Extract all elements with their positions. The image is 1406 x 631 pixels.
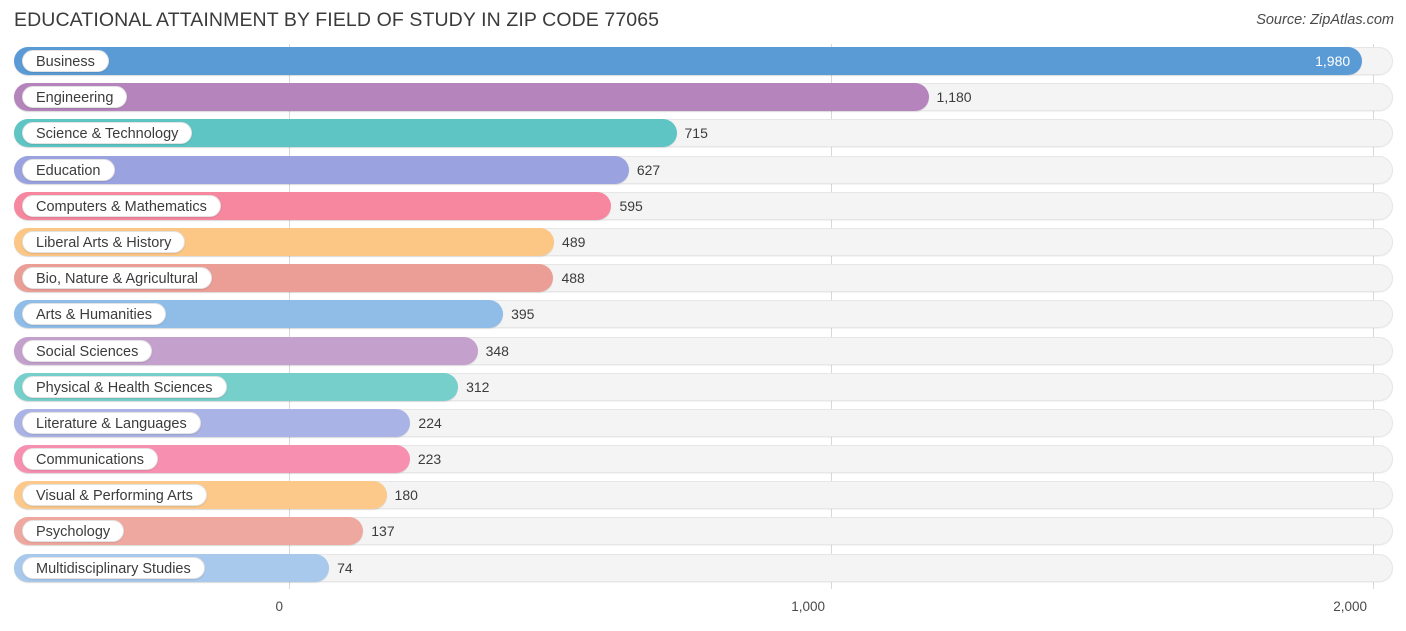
plot-area: Business 1,980 Engineering 1,180 Science & T…: [0, 44, 1406, 595]
chart-header: EDUCATIONAL ATTAINMENT BY FIELD OF STUDY…: [0, 0, 1406, 42]
bar-row: Literature & Languages 224: [0, 406, 1406, 442]
bar-category-label: Visual & Performing Arts: [22, 484, 207, 507]
bar-value-label: 224: [418, 414, 442, 431]
bar-row: Engineering 1,180: [0, 80, 1406, 116]
bar-row: Bio, Nature & Agricultural 488: [0, 261, 1406, 297]
bar-category-label: Computers & Mathematics: [22, 194, 221, 217]
bar-value-label: 74: [337, 559, 353, 576]
page-title: EDUCATIONAL ATTAINMENT BY FIELD OF STUDY…: [14, 9, 660, 31]
bar-row: Business 1,980: [0, 44, 1406, 80]
bar-row: Multidisciplinary Studies 74: [0, 551, 1406, 587]
x-axis-tick: 1,000: [791, 599, 825, 614]
bar-value-label: 595: [619, 197, 643, 214]
bar-category-label: Social Sciences: [22, 339, 153, 362]
bar-value-label: 627: [636, 161, 661, 178]
bar-category-label: Engineering: [22, 86, 128, 109]
bar-row: Liberal Arts & History 489: [0, 225, 1406, 261]
bar-row: Arts & Humanities 395: [0, 297, 1406, 333]
bar-row: Communications 223: [0, 442, 1406, 478]
bar-row: Social Sciences 348: [0, 334, 1406, 370]
x-axis-tick: 0: [275, 599, 283, 614]
bar-row: Physical & Health Sciences 312: [0, 370, 1406, 406]
bar-category-label: Psychology: [22, 520, 125, 543]
bar-category-label: Multidisciplinary Studies: [22, 556, 205, 579]
bar-value-label: 180: [394, 487, 418, 504]
bar-value-label: 489: [562, 233, 586, 250]
bar-category-label: Literature & Languages: [22, 411, 201, 434]
bar-row: Education 627: [0, 153, 1406, 189]
bar-category-label: Physical & Health Sciences: [22, 375, 227, 398]
x-axis: 0 1,000 2,000: [0, 595, 1406, 631]
x-axis-tick: 2,000: [1333, 599, 1367, 614]
bar-category-label: Education: [22, 158, 115, 181]
bar-value-label: 312: [466, 378, 490, 395]
bar[interactable]: [14, 83, 929, 112]
bar-category-label: Bio, Nature & Agricultural: [22, 267, 212, 290]
bar-rows: Business 1,980 Engineering 1,180 Science & T…: [0, 44, 1406, 587]
bar-row: Visual & Performing Arts 180: [0, 478, 1406, 514]
bar-value-label: 348: [485, 342, 509, 359]
bar-row: Psychology 137: [0, 514, 1406, 550]
bar-value-label: 1,180: [936, 89, 972, 106]
bar-category-label: Business: [22, 50, 109, 72]
bar-category-label: Arts & Humanities: [22, 303, 167, 326]
chart-page: EDUCATIONAL ATTAINMENT BY FIELD OF STUDY…: [0, 0, 1406, 631]
bar-row: Computers & Mathematics 595: [0, 189, 1406, 225]
bar-value-label: 223: [417, 451, 442, 468]
bar-value-label: 395: [511, 306, 535, 323]
bar-value-label: 715: [684, 125, 708, 142]
bar-category-label: Science & Technology: [22, 122, 193, 145]
bar[interactable]: [14, 47, 1363, 75]
bar-row: Science & Technology 715: [0, 116, 1406, 152]
source-attribution: Source: ZipAtlas.com: [1256, 12, 1394, 28]
bar-value-label: 488: [561, 270, 585, 287]
bar-value-label: 1,980: [1315, 53, 1351, 69]
bar-category-label: Liberal Arts & History: [22, 230, 186, 253]
bar-category-label: Communications: [22, 448, 158, 471]
bar-value-label: 137: [371, 523, 395, 540]
